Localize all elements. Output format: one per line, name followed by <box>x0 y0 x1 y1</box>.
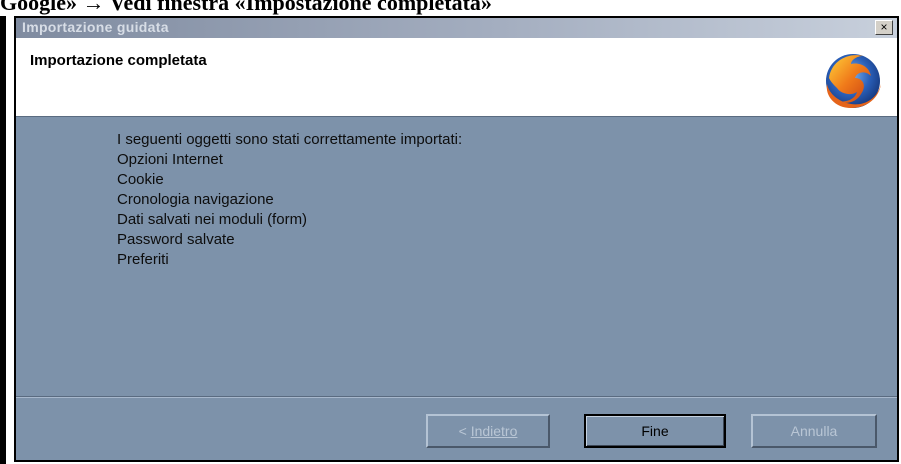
close-button[interactable]: × <box>875 20 893 35</box>
list-item: Preferiti <box>117 251 169 268</box>
list-item: Password salvate <box>117 231 235 248</box>
list-item: Cookie <box>117 171 164 188</box>
title-bar[interactable]: Importazione guidata × <box>16 18 897 38</box>
import-summary: I seguenti oggetti sono stati correttame… <box>117 130 462 270</box>
list-item: Cronologia navigazione <box>117 191 274 208</box>
cancel-button[interactable]: Annulla <box>751 414 877 448</box>
finish-label: Fine <box>641 423 669 439</box>
window-title: Importazione guidata <box>22 19 169 35</box>
firefox-logo-icon <box>826 54 881 108</box>
list-item: Dati salvati nei moduli (form) <box>117 211 308 228</box>
import-wizard-window: Importazione guidata × Importazione comp… <box>14 16 899 462</box>
back-button[interactable]: < Indietro <box>426 414 550 448</box>
button-separator <box>16 396 897 398</box>
document-caption: Google» → Vedi finestra «Impostazione co… <box>0 0 492 15</box>
back-prefix: < <box>458 423 471 439</box>
page-title: Importazione completata <box>30 52 207 69</box>
close-icon: × <box>880 20 888 34</box>
back-label: Indietro <box>470 423 518 439</box>
cancel-label: Annulla <box>790 423 838 439</box>
list-item: Opzioni Internet <box>117 151 223 168</box>
wizard-header: Importazione completata <box>16 38 897 117</box>
left-edge <box>0 16 14 464</box>
finish-button[interactable]: Fine <box>584 414 726 448</box>
intro-text: I seguenti oggetti sono stati correttame… <box>117 131 463 148</box>
